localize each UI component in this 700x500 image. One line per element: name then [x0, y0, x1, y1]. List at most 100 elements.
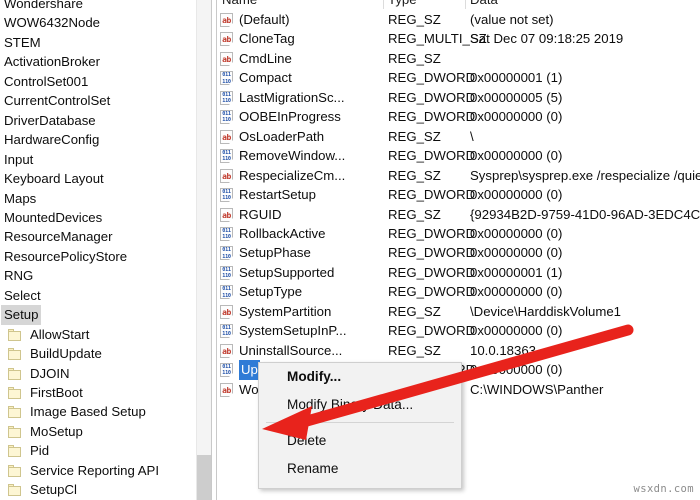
value-name: CloneTag	[239, 31, 295, 47]
tree-item-label: MountedDevices	[4, 209, 103, 225]
value-row[interactable]: 011 110 SetupSupported REG_DWORD 0x00000001 …	[217, 263, 700, 282]
context-menu-item-modify[interactable]: Modify...	[259, 363, 461, 391]
tree-item-mounteddevices[interactable]: MountedDevices	[0, 208, 196, 227]
value-row[interactable]: ab CmdLine REG_SZ	[217, 49, 700, 68]
tree-vertical-scrollbar[interactable]	[196, 0, 212, 500]
registry-key-tree[interactable]: Wondershare WOW6432Node STEM ActivationBrok…	[0, 0, 196, 500]
tree-item-service-reporting-api[interactable]: Service Reporting API	[0, 461, 196, 480]
values-list-header: Name Type Data	[217, 0, 700, 9]
tree-item-select[interactable]: Select	[0, 286, 196, 305]
value-row[interactable]: 011 110 RollbackActive REG_DWORD 0x00000000 …	[217, 224, 700, 243]
tree-item-stem[interactable]: STEM	[0, 33, 196, 52]
tree-scrollbar-thumb[interactable]	[197, 455, 212, 500]
context-menu-item-label: Rename	[287, 461, 339, 476]
value-row[interactable]: ab RGUID REG_SZ {92934B2D-9759-41D0-96AD-3E…	[217, 205, 700, 224]
value-row[interactable]: 011 110 RemoveWindow... REG_DWORD 0x00000000…	[217, 146, 700, 165]
tree-item-label: Wondershare	[4, 0, 83, 11]
tree-item-label: RNG	[4, 268, 34, 284]
tree-item-keyboard-layout[interactable]: Keyboard Layout	[0, 169, 196, 188]
tree-item-driverdatabase[interactable]: DriverDatabase	[0, 111, 196, 130]
tree-item-image-based-setup[interactable]: Image Based Setup	[0, 402, 196, 421]
value-row[interactable]: 011 110 Compact REG_DWORD 0x00000001 (1)	[217, 68, 700, 87]
tree-item-wow6432node[interactable]: WOW6432Node	[0, 13, 196, 32]
context-menu-item-modify-binary-data[interactable]: Modify Binary Data...	[259, 391, 461, 419]
tree-item-label: Image Based Setup	[30, 404, 146, 420]
value-name: CmdLine	[239, 50, 292, 66]
value-row[interactable]: 011 110 SystemSetupInP... REG_DWORD 0x000000…	[217, 321, 700, 340]
tree-item-wondershare[interactable]: Wondershare	[0, 0, 196, 13]
value-name: SetupPhase	[239, 245, 311, 261]
value-data: 10.0.18363	[470, 342, 537, 358]
tree-item-label: DriverDatabase	[4, 112, 96, 128]
tree-item-controlset001[interactable]: ControlSet001	[0, 72, 196, 91]
tree-item-label: Pid	[30, 443, 50, 459]
value-type: REG_SZ	[388, 342, 441, 358]
value-row[interactable]: ab SystemPartition REG_SZ \Device\HarddiskV…	[217, 302, 700, 321]
tree-item-buildupdate[interactable]: BuildUpdate	[0, 344, 196, 363]
tree-item-setupcl[interactable]: SetupCl	[0, 480, 196, 499]
value-row[interactable]: 011 110 LastMigrationSc... REG_DWORD 0x00000…	[217, 88, 700, 107]
tree-item-pid[interactable]: Pid	[0, 441, 196, 460]
tree-item-input[interactable]: Input	[0, 150, 196, 169]
value-data: Sysprep\sysprep.exe /respecialize /quiet	[470, 167, 700, 183]
tree-item-label: WOW6432Node	[4, 15, 101, 31]
column-header-name[interactable]: Name	[222, 0, 257, 9]
tree-item-currentcontrolset[interactable]: CurrentControlSet	[0, 91, 196, 110]
value-name: OsLoaderPath	[239, 128, 325, 144]
tree-item-allowstart[interactable]: AllowStart	[0, 325, 196, 344]
value-data: {92934B2D-9759-41D0-96AD-3EDC4C410146	[470, 206, 700, 222]
context-menu-item-delete[interactable]: Delete	[259, 427, 461, 455]
context-menu[interactable]: Modify... Modify Binary Data... Delete Rena…	[258, 362, 462, 489]
column-divider-type-data[interactable]	[465, 0, 466, 9]
value-row[interactable]: ab RespecializeCm... REG_SZ Sysprep\sysprep…	[217, 166, 700, 185]
value-name: LastMigrationSc...	[239, 89, 345, 105]
value-row[interactable]: ab CloneTag REG_MULTI_SZ Sat Dec 07 09:18:2…	[217, 29, 700, 48]
value-row[interactable]: 011 110 OOBEInProgress REG_DWORD 0x00000000 …	[217, 107, 700, 126]
value-type: REG_DWORD	[388, 148, 476, 164]
tree-item-firstboot[interactable]: FirstBoot	[0, 383, 196, 402]
tree-item-label: BuildUpdate	[30, 346, 102, 362]
tree-item-setup[interactable]: Setup	[0, 305, 196, 325]
column-divider-name-type[interactable]	[383, 0, 384, 9]
value-type: REG_SZ	[388, 12, 441, 27]
column-header-type[interactable]: Type	[388, 0, 417, 9]
context-menu-separator	[266, 422, 454, 423]
folder-icon	[8, 425, 22, 438]
folder-icon	[8, 406, 22, 419]
value-row[interactable]: 011 110 SetupPhase REG_DWORD 0x00000000 (0)	[217, 243, 700, 262]
tree-item-resourcepolicystore[interactable]: ResourcePolicyStore	[0, 247, 196, 266]
value-row[interactable]: ab (Default) REG_SZ (value not set)	[217, 10, 700, 29]
value-type: REG_DWORD	[388, 284, 476, 300]
value-row[interactable]: ab OsLoaderPath REG_SZ \	[217, 127, 700, 146]
value-data: 0x00000000 (0)	[470, 109, 563, 125]
dword-value-icon: 011 110	[220, 71, 233, 86]
tree-item-label: ResourcePolicyStore	[4, 248, 128, 264]
column-header-data[interactable]: Data	[470, 0, 498, 9]
dword-value-icon: 011 110	[220, 149, 233, 164]
value-row[interactable]: ab UninstallSource... REG_SZ 10.0.18363	[217, 341, 700, 360]
tree-item-rng[interactable]: RNG	[0, 266, 196, 285]
value-data: 0x00000000 (0)	[470, 362, 563, 378]
value-data: 0x00000000 (0)	[470, 148, 563, 164]
value-row[interactable]: 011 110 SetupType REG_DWORD 0x00000000 (0)	[217, 282, 700, 301]
context-menu-item-label: Delete	[287, 433, 327, 448]
tree-item-label: DJOIN	[30, 365, 70, 381]
value-name: SetupSupported	[239, 264, 335, 280]
string-value-icon: ab	[220, 32, 233, 47]
tree-item-activationbroker[interactable]: ActivationBroker	[0, 52, 196, 71]
value-data: 0x00000000 (0)	[470, 245, 563, 261]
tree-item-mosetup[interactable]: MoSetup	[0, 422, 196, 441]
tree-item-hardwareconfig[interactable]: HardwareConfig	[0, 130, 196, 149]
value-row[interactable]: 011 110 RestartSetup REG_DWORD 0x00000000 (0…	[217, 185, 700, 204]
value-name: RGUID	[239, 206, 282, 222]
tree-item-djoin[interactable]: DJOIN	[0, 364, 196, 383]
context-menu-item-rename[interactable]: Rename	[259, 455, 461, 483]
tree-item-resourcemanager[interactable]: ResourceManager	[0, 227, 196, 246]
value-data: \	[470, 128, 474, 144]
value-type: REG_DWORD	[388, 89, 476, 105]
tree-item-label: Setup	[1, 305, 42, 325]
tree-item-maps[interactable]: Maps	[0, 189, 196, 208]
tree-item-label: FirstBoot	[30, 385, 83, 400]
string-value-icon: ab	[220, 304, 233, 319]
tree-item-label: CurrentControlSet	[4, 93, 111, 109]
